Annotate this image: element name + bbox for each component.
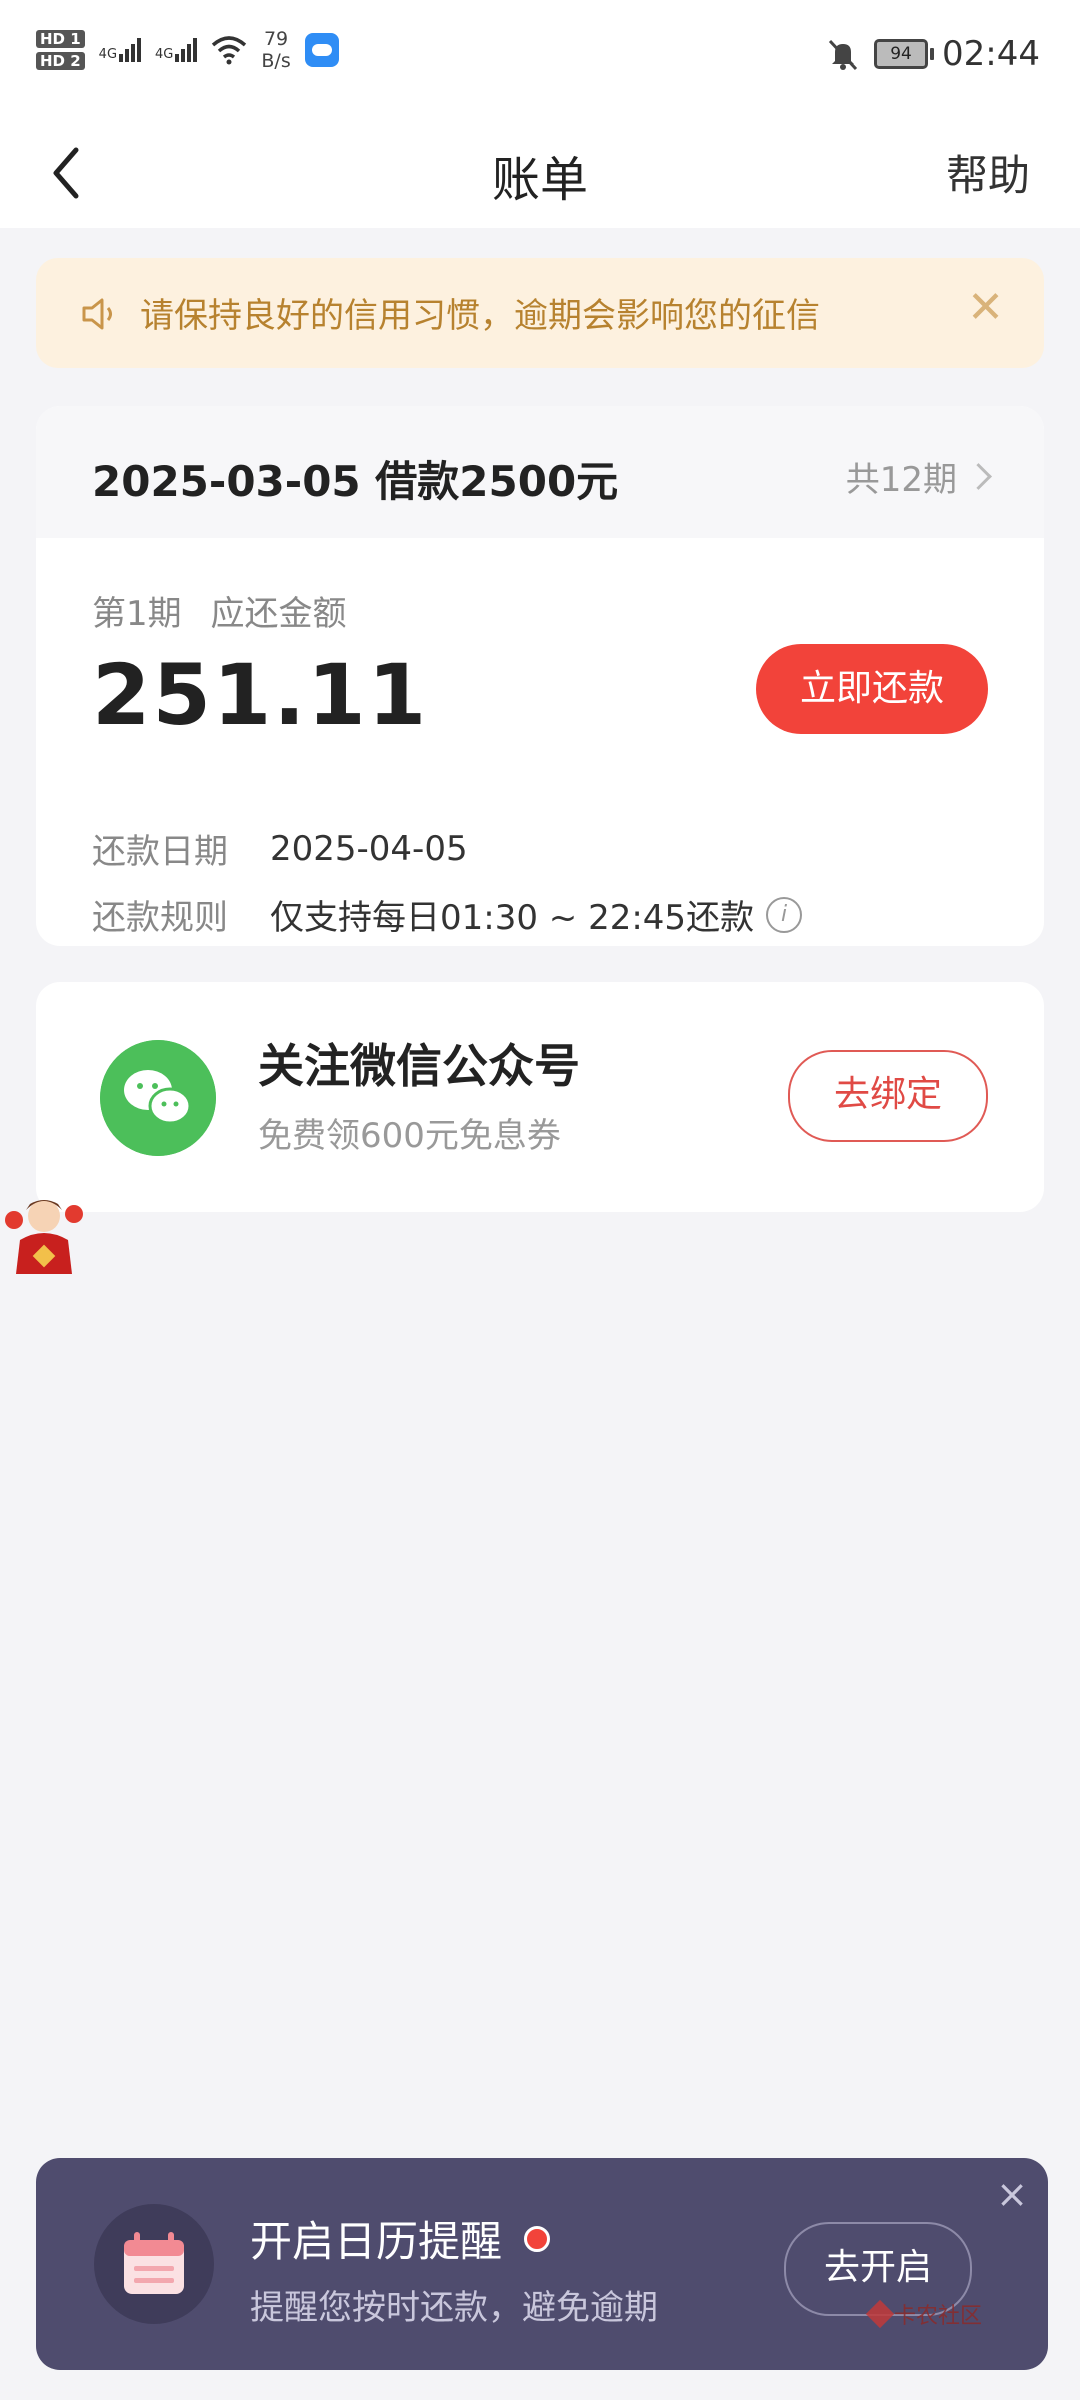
reminder-subtitle: 提醒您按时还款，避免逾期 [250,2288,658,2328]
status-bar: HD 1 HD 2 4G 4G 79 B/s 94 02:44 [0,0,1080,118]
hd1-badge: HD 1 [36,30,85,48]
reminder-close-icon[interactable]: × [996,2172,1028,2216]
loan-date: 2025-03-05 [92,457,361,506]
repay-rule-row: 还款规则 仅支持每日01:30 ~ 22:45还款 i [92,890,803,939]
repay-date-value: 2025-04-05 [270,828,468,869]
watermark-text: 卡农社区 [893,2304,982,2329]
loan-bill-card: 2025-03-05 借款2500元 共12期 第1期 应还金额 251.11 … [36,406,1044,946]
nav-bar: 账单 帮助 [0,118,1080,228]
lucky-bag-mascot-icon[interactable] [0,1190,88,1278]
wechat-title: 关注微信公众号 [258,1039,580,1093]
speed-unit: B/s [261,50,291,72]
due-amount: 251.11 [92,646,429,744]
repay-date-row: 还款日期 2025-04-05 [92,824,468,873]
due-label: 应还金额 [210,594,347,634]
network-speed: 79 B/s [261,28,290,72]
status-left: HD 1 HD 2 4G 4G 79 B/s [36,28,339,72]
page-title: 账单 [491,152,588,208]
hd2-badge: HD 2 [36,52,85,70]
calendar-icon [124,2232,184,2294]
loan-header[interactable]: 2025-03-05 借款2500元 共12期 [36,406,1044,538]
repay-date-key: 还款日期 [92,832,228,872]
period-label: 第1期 应还金额 [92,586,346,635]
period-number: 第1期 [92,594,182,634]
loan-title: 2025-03-05 借款2500元 [92,448,618,509]
periods-text: 共12期 [845,460,957,500]
loan-amount-label: 借款2500元 [375,457,619,506]
repay-rule-value: 仅支持每日01:30 ~ 22:45还款 [270,898,755,938]
status-right: 94 02:44 [826,34,1040,74]
signal-1-icon: 4G [98,38,142,62]
bind-button[interactable]: 去绑定 [788,1050,988,1142]
red-dot-badge [524,2225,551,2252]
watermark-logo-icon [865,2299,895,2329]
calendar-reminder-banner: 开启日历提醒 提醒您按时还款，避免逾期 去开启 × 卡农社区 [36,2158,1048,2370]
wechat-follow-card: 关注微信公众号 免费领600元免息券 去绑定 [36,982,1044,1212]
wechat-subtitle: 免费领600元免息券 [258,1116,561,1156]
hd-indicator: HD 1 HD 2 [36,30,85,70]
notice-close-icon[interactable]: ✕ [967,282,1004,333]
watermark: 卡农社区 [865,2298,982,2330]
network-type-2: 4G [155,47,174,62]
network-type-1: 4G [98,47,118,62]
periods-link[interactable]: 共12期 [845,452,992,501]
notice-text: 请保持良好的信用习惯，逾期会影响您的征信 [140,296,820,336]
speed-value: 79 [263,28,289,50]
chevron-right-icon [965,463,992,490]
info-icon[interactable]: i [766,896,803,933]
repay-rule-key: 还款规则 [92,898,228,938]
reminder-title: 开启日历提醒 [250,2208,551,2269]
calendar-icon-wrapper [94,2204,214,2324]
wechat-icon [100,1040,216,1156]
battery-icon: 94 [874,39,935,69]
weather-app-icon [304,33,339,67]
reminder-title-text: 开启日历提醒 [250,2217,503,2266]
repay-now-button[interactable]: 立即还款 [756,644,988,734]
signal-2-icon: 4G [155,38,198,62]
help-link[interactable]: 帮助 [946,142,1030,203]
bell-muted-icon [828,39,858,71]
notice-banner: 请保持良好的信用习惯，逾期会影响您的征信 ✕ [36,258,1044,368]
speaker-icon [82,298,112,330]
wifi-icon [212,36,247,65]
clock: 02:44 [942,34,1040,74]
